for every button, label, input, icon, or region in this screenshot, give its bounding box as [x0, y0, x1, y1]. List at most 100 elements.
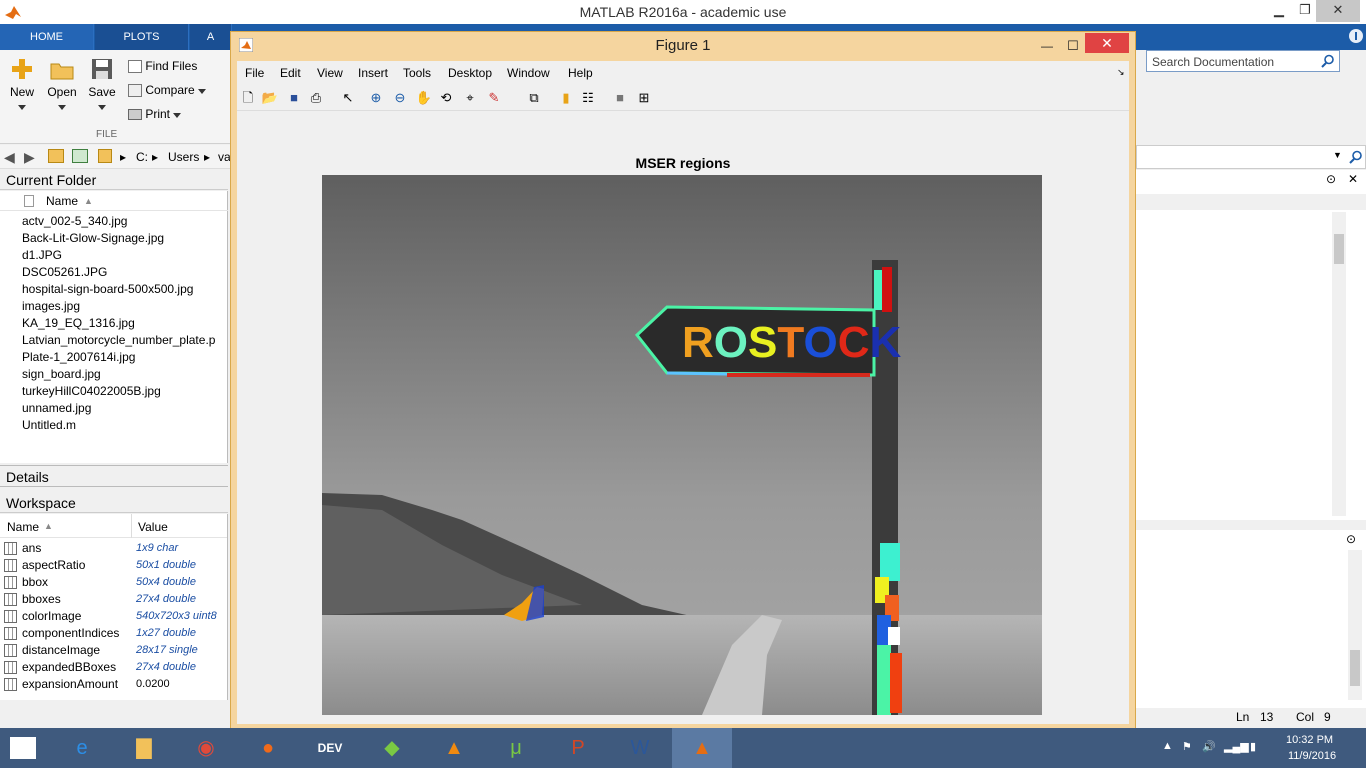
powerpoint-icon[interactable]: P — [548, 728, 608, 768]
rotate-icon[interactable]: ⟲ — [437, 89, 455, 107]
menu-edit[interactable]: Edit — [280, 61, 301, 85]
workspace-row[interactable]: expansionAmount 0.0200 — [0, 676, 227, 693]
data-cursor-icon[interactable]: ⌖ — [461, 89, 479, 107]
figure-minimize-button[interactable]: — — [1037, 32, 1057, 60]
breadcrumb-users[interactable]: Users — [168, 150, 199, 164]
details-panel-header[interactable]: Details — [0, 465, 228, 487]
workspace-row[interactable]: bbox 50x4 double — [0, 574, 227, 591]
print-button[interactable]: Print — [128, 104, 182, 124]
word-icon[interactable]: W — [610, 728, 670, 768]
panel-menu-icon[interactable]: ⊙ — [1326, 172, 1336, 186]
file-explorer-icon[interactable]: ▇ — [114, 728, 174, 768]
breadcrumb-c[interactable]: C: — [136, 150, 148, 164]
back-icon[interactable]: ◀ — [4, 149, 15, 166]
menu-window[interactable]: Window — [507, 61, 550, 85]
workspace-row[interactable]: componentIndices 1x27 double — [0, 625, 227, 642]
menu-tools[interactable]: Tools — [403, 61, 431, 85]
save-button[interactable]: Save — [84, 56, 120, 113]
search-documentation-input[interactable]: Search Documentation — [1146, 50, 1340, 72]
workspace-header[interactable]: Workspace — [0, 493, 228, 513]
figure-close-button[interactable]: ✕ — [1085, 33, 1129, 53]
help-icon[interactable] — [1348, 28, 1364, 44]
workspace-row[interactable]: ans 1x9 char — [0, 540, 227, 557]
file-list-item[interactable]: sign_board.jpg — [22, 366, 228, 383]
network-icon[interactable]: ▂▄▆ — [1224, 740, 1249, 753]
browse-folder-icon[interactable] — [72, 149, 88, 163]
workspace-row[interactable]: distanceImage 28x17 single — [0, 642, 227, 659]
new-button[interactable]: New — [4, 56, 40, 113]
bluestacks-icon[interactable]: ◆ — [362, 728, 422, 768]
show-hidden-icons[interactable]: ▲ — [1162, 740, 1173, 752]
workspace-row[interactable]: bboxes 27x4 double — [0, 591, 227, 608]
figure-window[interactable]: Figure 1 — ☐ ✕ File Edit View Insert Too… — [230, 31, 1136, 729]
scrollbar-thumb[interactable] — [1350, 650, 1360, 686]
new-figure-icon[interactable]: 🗋 — [239, 89, 257, 107]
brush-icon[interactable]: ✎ — [485, 89, 503, 107]
menu-file[interactable]: File — [245, 61, 264, 85]
workspace-row[interactable]: aspectRatio 50x1 double — [0, 557, 227, 574]
column-header-name[interactable]: Name ▲ — [0, 191, 228, 211]
open-file-icon[interactable]: 📂 — [261, 89, 279, 107]
colorbar-icon[interactable]: ▮ — [557, 89, 575, 107]
vertical-scrollbar[interactable] — [1332, 212, 1346, 516]
file-list-item[interactable]: hospital-sign-board-500x500.jpg — [22, 281, 228, 298]
chrome-icon[interactable]: ◉ — [176, 728, 236, 768]
show-plot-tools-icon[interactable]: ⊞ — [635, 89, 653, 107]
file-list-item[interactable]: d1.JPG — [22, 247, 228, 264]
file-list-item[interactable]: Latvian_motorcycle_number_plate.p — [22, 332, 228, 349]
print-figure-icon[interactable]: ⎙ — [307, 89, 325, 107]
search-icon[interactable] — [1349, 150, 1363, 164]
start-button[interactable] — [10, 737, 36, 759]
battery-icon[interactable]: ▮ — [1250, 740, 1256, 753]
utorrent-icon[interactable]: μ — [486, 728, 546, 768]
breadcrumb-user[interactable]: va — [218, 150, 231, 164]
dock-icon[interactable]: ↘ — [1117, 67, 1125, 78]
menu-insert[interactable]: Insert — [358, 61, 388, 85]
ie-icon[interactable]: e — [52, 728, 112, 768]
workspace-row[interactable]: expandedBBoxes 27x4 double — [0, 659, 227, 676]
compare-button[interactable]: Compare — [128, 80, 207, 100]
up-folder-icon[interactable] — [48, 149, 64, 163]
search-icon[interactable] — [1321, 54, 1335, 68]
figure-maximize-button[interactable]: ☐ — [1063, 32, 1083, 60]
panel-menu-icon[interactable]: ⊙ — [1346, 532, 1356, 546]
firefox-icon[interactable]: ● — [238, 728, 298, 768]
devcpp-icon[interactable]: DEV — [300, 728, 360, 768]
file-list-item[interactable]: Untitled.m — [22, 417, 228, 434]
clock-date[interactable]: 11/9/2016 — [1288, 750, 1336, 762]
file-list-item[interactable]: images.jpg — [22, 298, 228, 315]
file-list-item[interactable]: actv_002-5_340.jpg — [22, 213, 228, 230]
chevron-down-icon[interactable]: ▼ — [1333, 150, 1342, 160]
workspace-row[interactable]: colorImage 540x720x3 uint8 — [0, 608, 227, 625]
mser-image[interactable]: ROSTOCK — [322, 175, 1042, 715]
find-files-button[interactable]: Find Files — [128, 56, 197, 76]
legend-icon[interactable]: ☷ — [579, 89, 597, 107]
link-plot-icon[interactable]: ⧉ — [525, 89, 543, 107]
menu-desktop[interactable]: Desktop — [448, 61, 492, 85]
pan-icon[interactable]: ✋ — [415, 89, 433, 107]
file-list-item[interactable]: DSC05261.JPG — [22, 264, 228, 281]
open-button[interactable]: Open — [44, 56, 80, 113]
ws-col-value[interactable]: Value — [138, 520, 168, 534]
figure-title-bar[interactable]: Figure 1 — ☐ ✕ — [231, 32, 1135, 60]
vlc-icon[interactable]: ▲ — [424, 728, 484, 768]
close-button[interactable]: ✕ — [1316, 0, 1360, 22]
matlab-taskbar-icon[interactable]: ▲ — [672, 728, 732, 768]
file-list-item[interactable]: unnamed.jpg — [22, 400, 228, 417]
save-figure-icon[interactable]: ■ — [285, 89, 303, 107]
editor-panel[interactable]: ⊙ ✕ — [1136, 170, 1366, 520]
zoom-out-icon[interactable]: ⊖ — [391, 89, 409, 107]
close-icon[interactable]: ✕ — [1348, 172, 1358, 186]
file-list-item[interactable]: KA_19_EQ_1316.jpg — [22, 315, 228, 332]
tab-home[interactable]: HOME — [0, 24, 94, 50]
menu-view[interactable]: View — [317, 61, 343, 85]
command-window[interactable]: ⊙ — [1136, 530, 1366, 708]
flag-icon[interactable]: ⚑ — [1182, 740, 1192, 753]
file-list-item[interactable]: turkeyHillC04022005B.jpg — [22, 383, 228, 400]
forward-icon[interactable]: ▶ — [24, 149, 35, 166]
hide-plot-tools-icon[interactable]: ■ — [611, 89, 629, 107]
menu-help[interactable]: Help — [568, 61, 593, 85]
scrollbar-thumb[interactable] — [1334, 234, 1344, 264]
file-list-item[interactable]: Back-Lit-Glow-Signage.jpg — [22, 230, 228, 247]
vertical-scrollbar[interactable] — [1348, 550, 1362, 700]
